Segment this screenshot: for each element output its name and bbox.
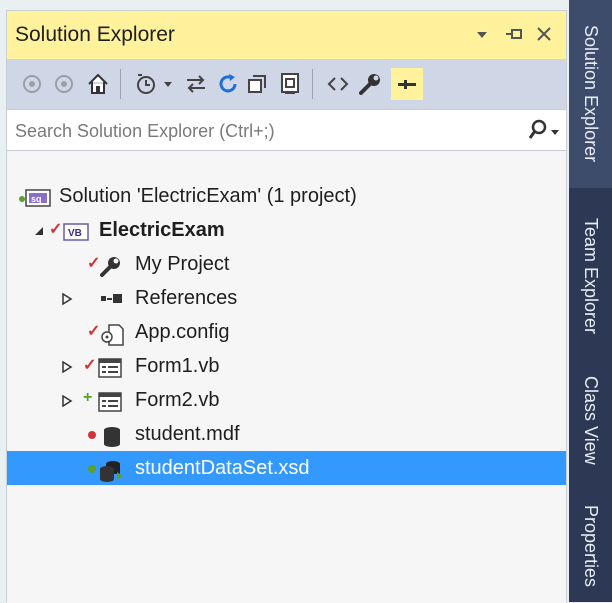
wrench-icon (99, 255, 121, 277)
preview-selected-items-icon[interactable] (391, 68, 423, 100)
panel-title: Solution Explorer (15, 23, 175, 46)
dataset-icon (97, 459, 123, 482)
added-icon (87, 461, 97, 479)
back-icon[interactable] (17, 69, 47, 99)
form-icon (97, 357, 122, 378)
tree-item-label: student.mdf (135, 423, 240, 445)
tree-item-app-config[interactable]: ✓ App.config (7, 315, 566, 349)
side-tab-strip: Solution Explorer Team Explorer Class Vi… (569, 0, 612, 602)
tree-item-student-mdf[interactable]: student.mdf (7, 417, 566, 451)
ide-frame: Solution Explorer Search Solution Explor… (0, 0, 612, 603)
home-icon[interactable] (83, 69, 113, 99)
show-all-files-icon[interactable] (275, 69, 305, 99)
search-icon[interactable] (527, 118, 549, 147)
sync-with-active-document-icon[interactable] (181, 69, 211, 99)
checked-in-icon: ✓ (49, 221, 63, 238)
tab-label: Class View (581, 375, 601, 465)
tree-item-label: Form1.vb (135, 355, 220, 377)
solution-tree: sq Solution 'ElectricExam' (1 project) ✓… (7, 151, 566, 603)
pending-changes-filter-icon[interactable] (132, 69, 162, 99)
checked-in-icon: ✓ (83, 357, 97, 374)
form-icon (97, 391, 122, 412)
tree-item-references[interactable]: References (7, 281, 566, 315)
tree-item-label: App.config (135, 321, 230, 343)
tab-label: Team Explorer (581, 217, 601, 335)
toolbar (7, 59, 566, 109)
search-input[interactable] (13, 116, 517, 146)
tree-item-project[interactable]: ✓ VB ElectricExam (7, 213, 566, 247)
dropdown-arrow-icon[interactable] (475, 23, 489, 50)
solution-explorer-panel: Solution Explorer Search Solution Explor… (6, 10, 567, 603)
collapsed-arrow-icon[interactable] (61, 394, 73, 408)
tree-item-label: ElectricExam (99, 219, 225, 241)
filter-dropdown-icon[interactable] (159, 69, 177, 99)
tree-item-label: References (135, 287, 238, 309)
tree-item-form1[interactable]: ✓ Form1.vb (7, 349, 566, 383)
excluded-icon (87, 427, 97, 445)
tree-item-form2[interactable]: + Form2.vb (7, 383, 566, 417)
tree-item-student-dataset[interactable]: studentDataSet.xsd (7, 451, 566, 485)
pin-icon[interactable] (504, 23, 524, 50)
svg-text:sq: sq (31, 194, 42, 204)
tree-item-label: Form2.vb (135, 389, 220, 411)
added-icon: + (83, 389, 93, 406)
title-bar: Solution Explorer (7, 11, 566, 59)
refresh-icon[interactable] (213, 69, 243, 99)
tab-label: Properties (581, 504, 601, 588)
toolbar-separator (312, 69, 313, 99)
collapse-all-icon[interactable] (243, 69, 273, 99)
properties-icon[interactable] (355, 69, 385, 99)
search-options-dropdown-icon[interactable] (550, 124, 560, 142)
search-bar (7, 109, 566, 151)
toolbar-separator (120, 69, 121, 99)
tab-label: Solution Explorer (581, 25, 601, 163)
solution-icon: sq (17, 187, 51, 207)
vb-project-icon: VB (62, 221, 89, 241)
config-file-icon (99, 323, 124, 346)
database-icon (101, 425, 123, 447)
collapsed-arrow-icon[interactable] (61, 360, 73, 374)
tree-item-label: studentDataSet.xsd (135, 457, 310, 479)
tree-item-label: Solution 'ElectricExam' (1 project) (59, 185, 357, 207)
tab-solution-explorer[interactable]: Solution Explorer (569, 0, 612, 188)
tab-team-explorer[interactable]: Team Explorer (569, 196, 612, 356)
view-code-icon[interactable] (323, 69, 353, 99)
close-icon[interactable] (535, 23, 553, 50)
tree-item-solution[interactable]: sq Solution 'ElectricExam' (1 project) (7, 179, 566, 213)
tree-item-my-project[interactable]: ✓ My Project (7, 247, 566, 281)
tab-class-view[interactable]: Class View (569, 362, 612, 478)
forward-icon[interactable] (49, 69, 79, 99)
expanded-arrow-icon[interactable] (33, 224, 45, 236)
tree-item-label: My Project (135, 253, 230, 275)
references-icon (99, 289, 122, 309)
tab-properties[interactable]: Properties (569, 490, 612, 602)
collapsed-arrow-icon[interactable] (61, 292, 73, 306)
svg-text:VB: VB (68, 228, 82, 239)
